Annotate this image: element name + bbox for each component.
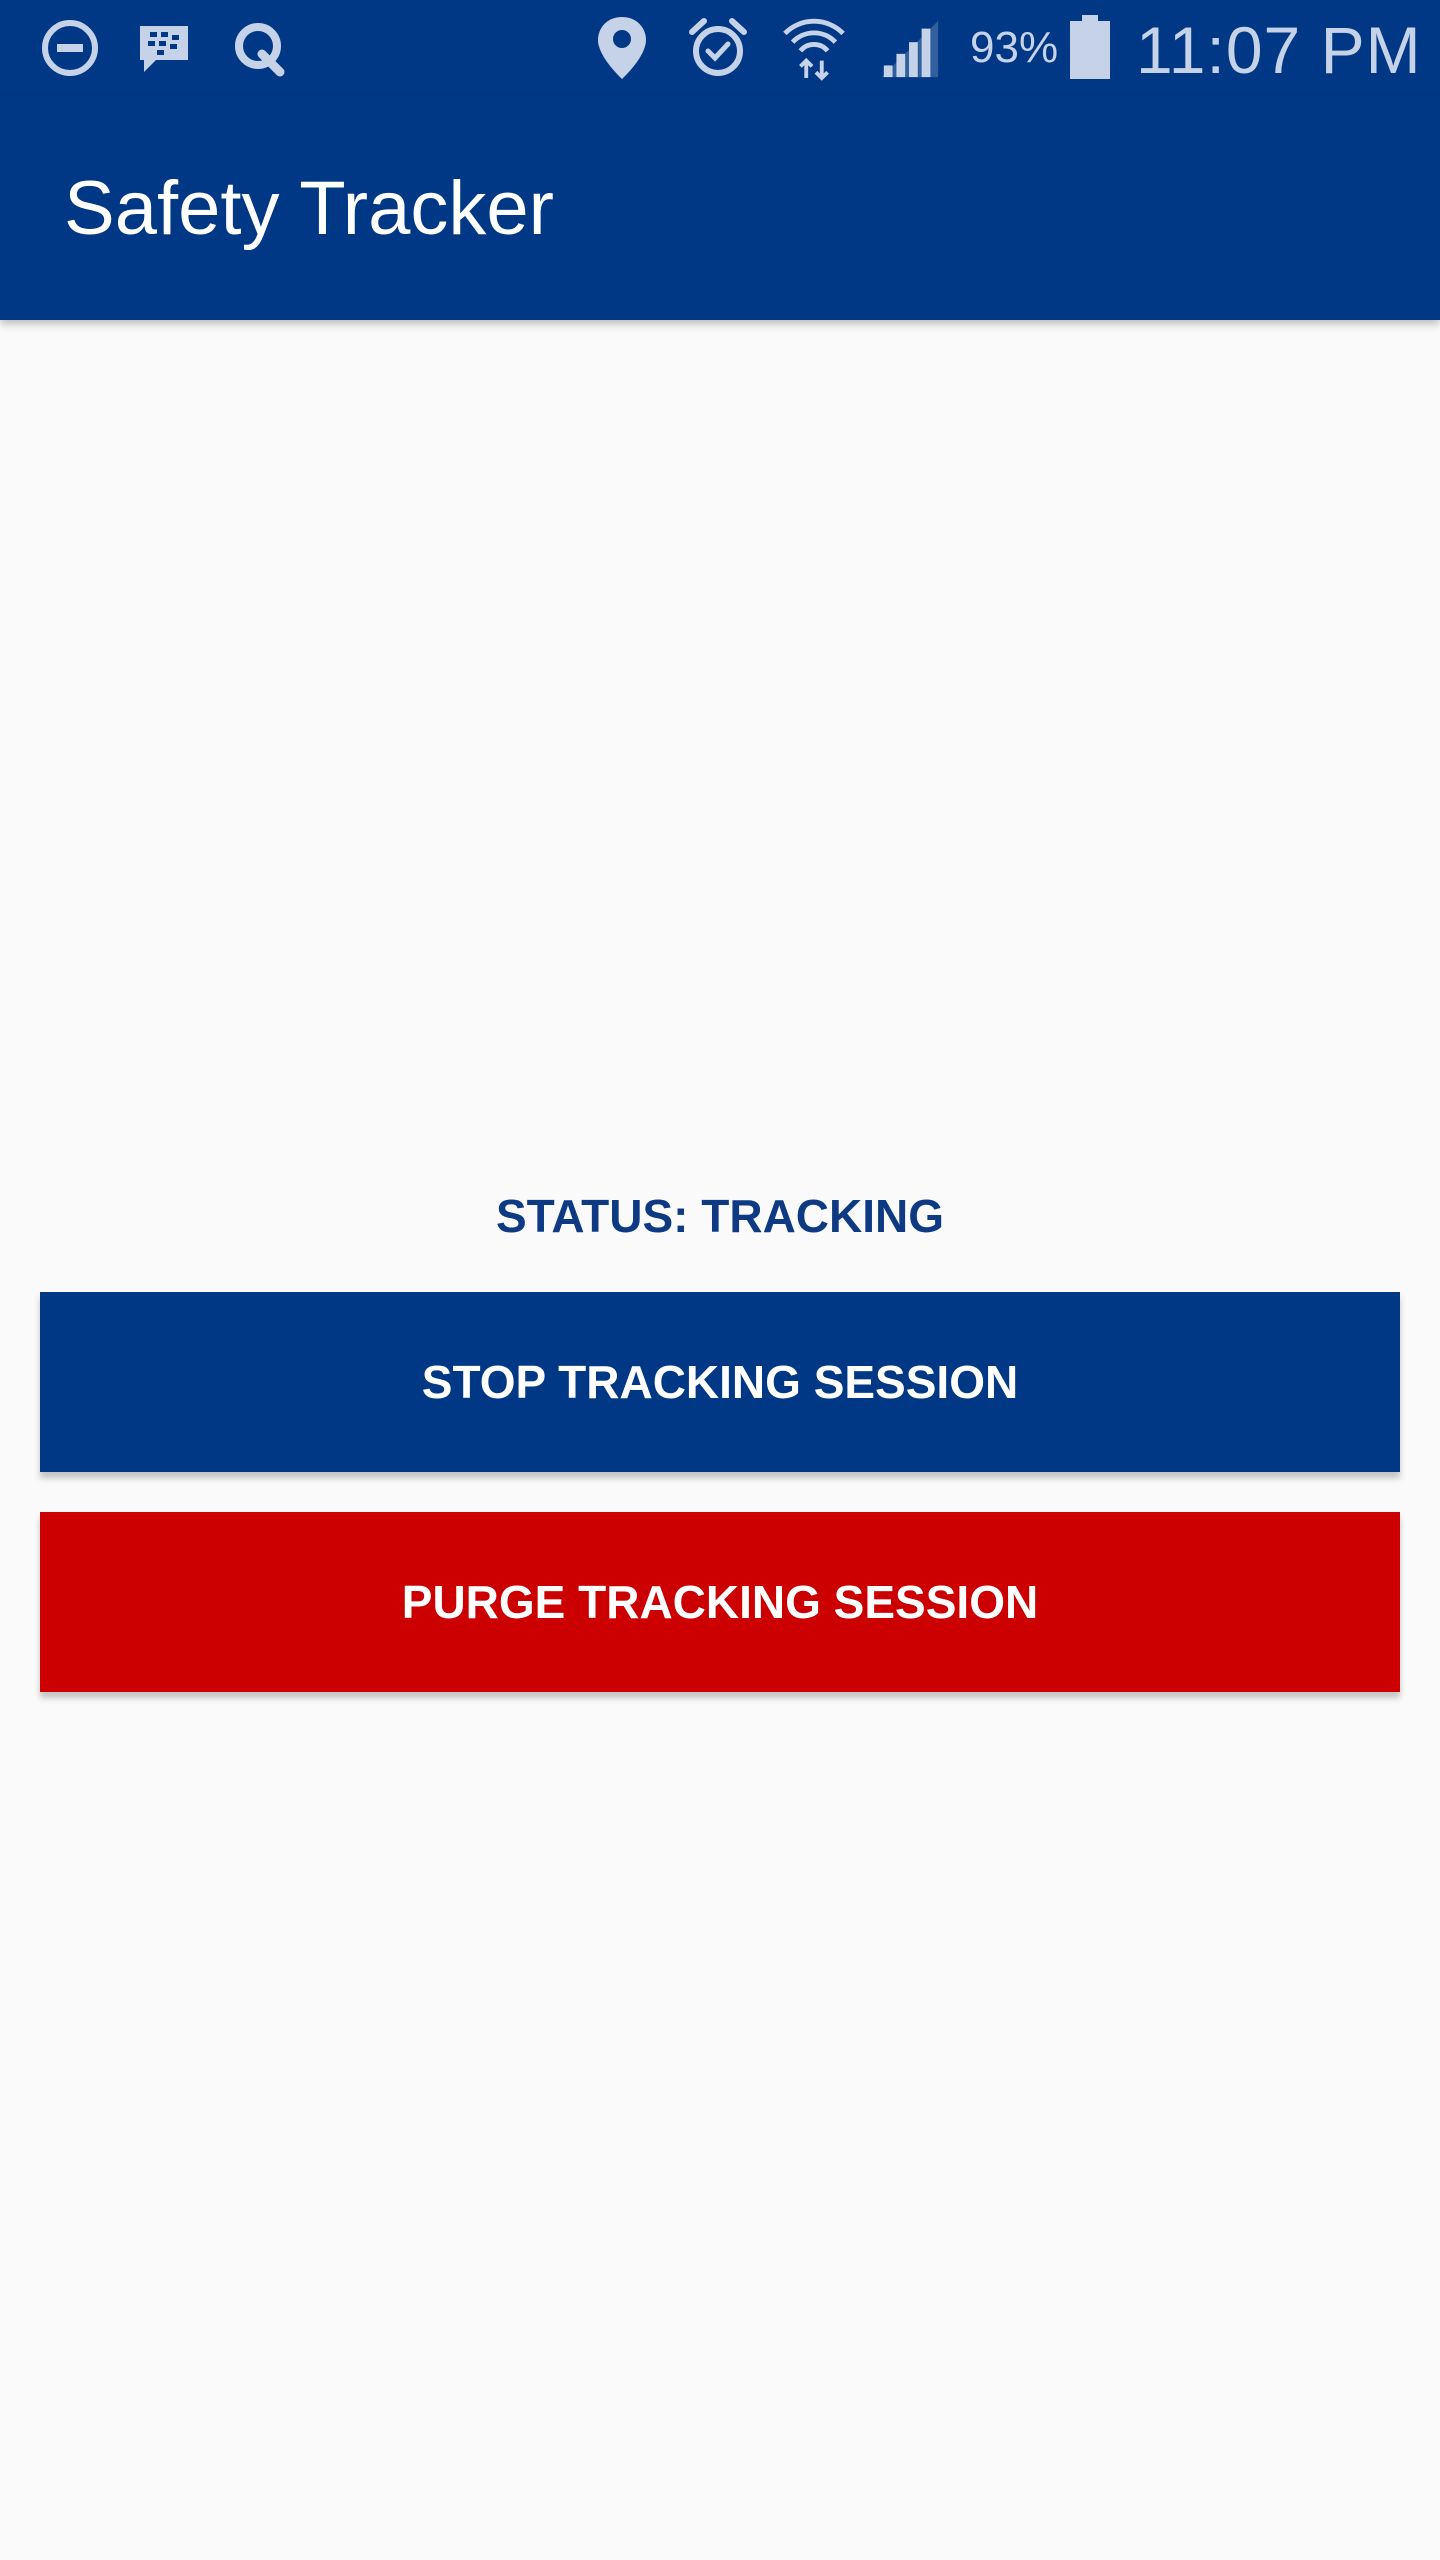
alarm-icon bbox=[686, 16, 750, 80]
purge-tracking-session-button[interactable]: PURGE TRACKING SESSION bbox=[40, 1512, 1400, 1692]
battery-percent: 93% bbox=[970, 23, 1059, 72]
stop-tracking-session-label: STOP TRACKING SESSION bbox=[421, 1356, 1019, 1408]
wifi-icon bbox=[782, 16, 846, 81]
page-title: Safety Tracker bbox=[64, 166, 554, 251]
signal-icon bbox=[878, 16, 942, 80]
location-icon bbox=[590, 16, 654, 80]
purge-tracking-session-label: PURGE TRACKING SESSION bbox=[401, 1576, 1039, 1628]
stop-tracking-session-button[interactable]: STOP TRACKING SESSION bbox=[40, 1292, 1400, 1472]
status-bar: 93% 11:07 PM bbox=[0, 0, 1440, 96]
app-bar: Safety Tracker bbox=[0, 96, 1440, 320]
blackberry-messenger-icon bbox=[132, 16, 196, 80]
battery-icon bbox=[1060, 15, 1120, 80]
tracking-status-text: STATUS: TRACKING bbox=[495, 1190, 945, 1242]
do-not-disturb-icon bbox=[38, 16, 102, 80]
q-app-icon bbox=[228, 16, 292, 80]
screen: 93% 11:07 PM Safety Tracker STATUS: TRAC… bbox=[0, 0, 1440, 2560]
clock: 11:07 PM bbox=[1136, 13, 1422, 87]
